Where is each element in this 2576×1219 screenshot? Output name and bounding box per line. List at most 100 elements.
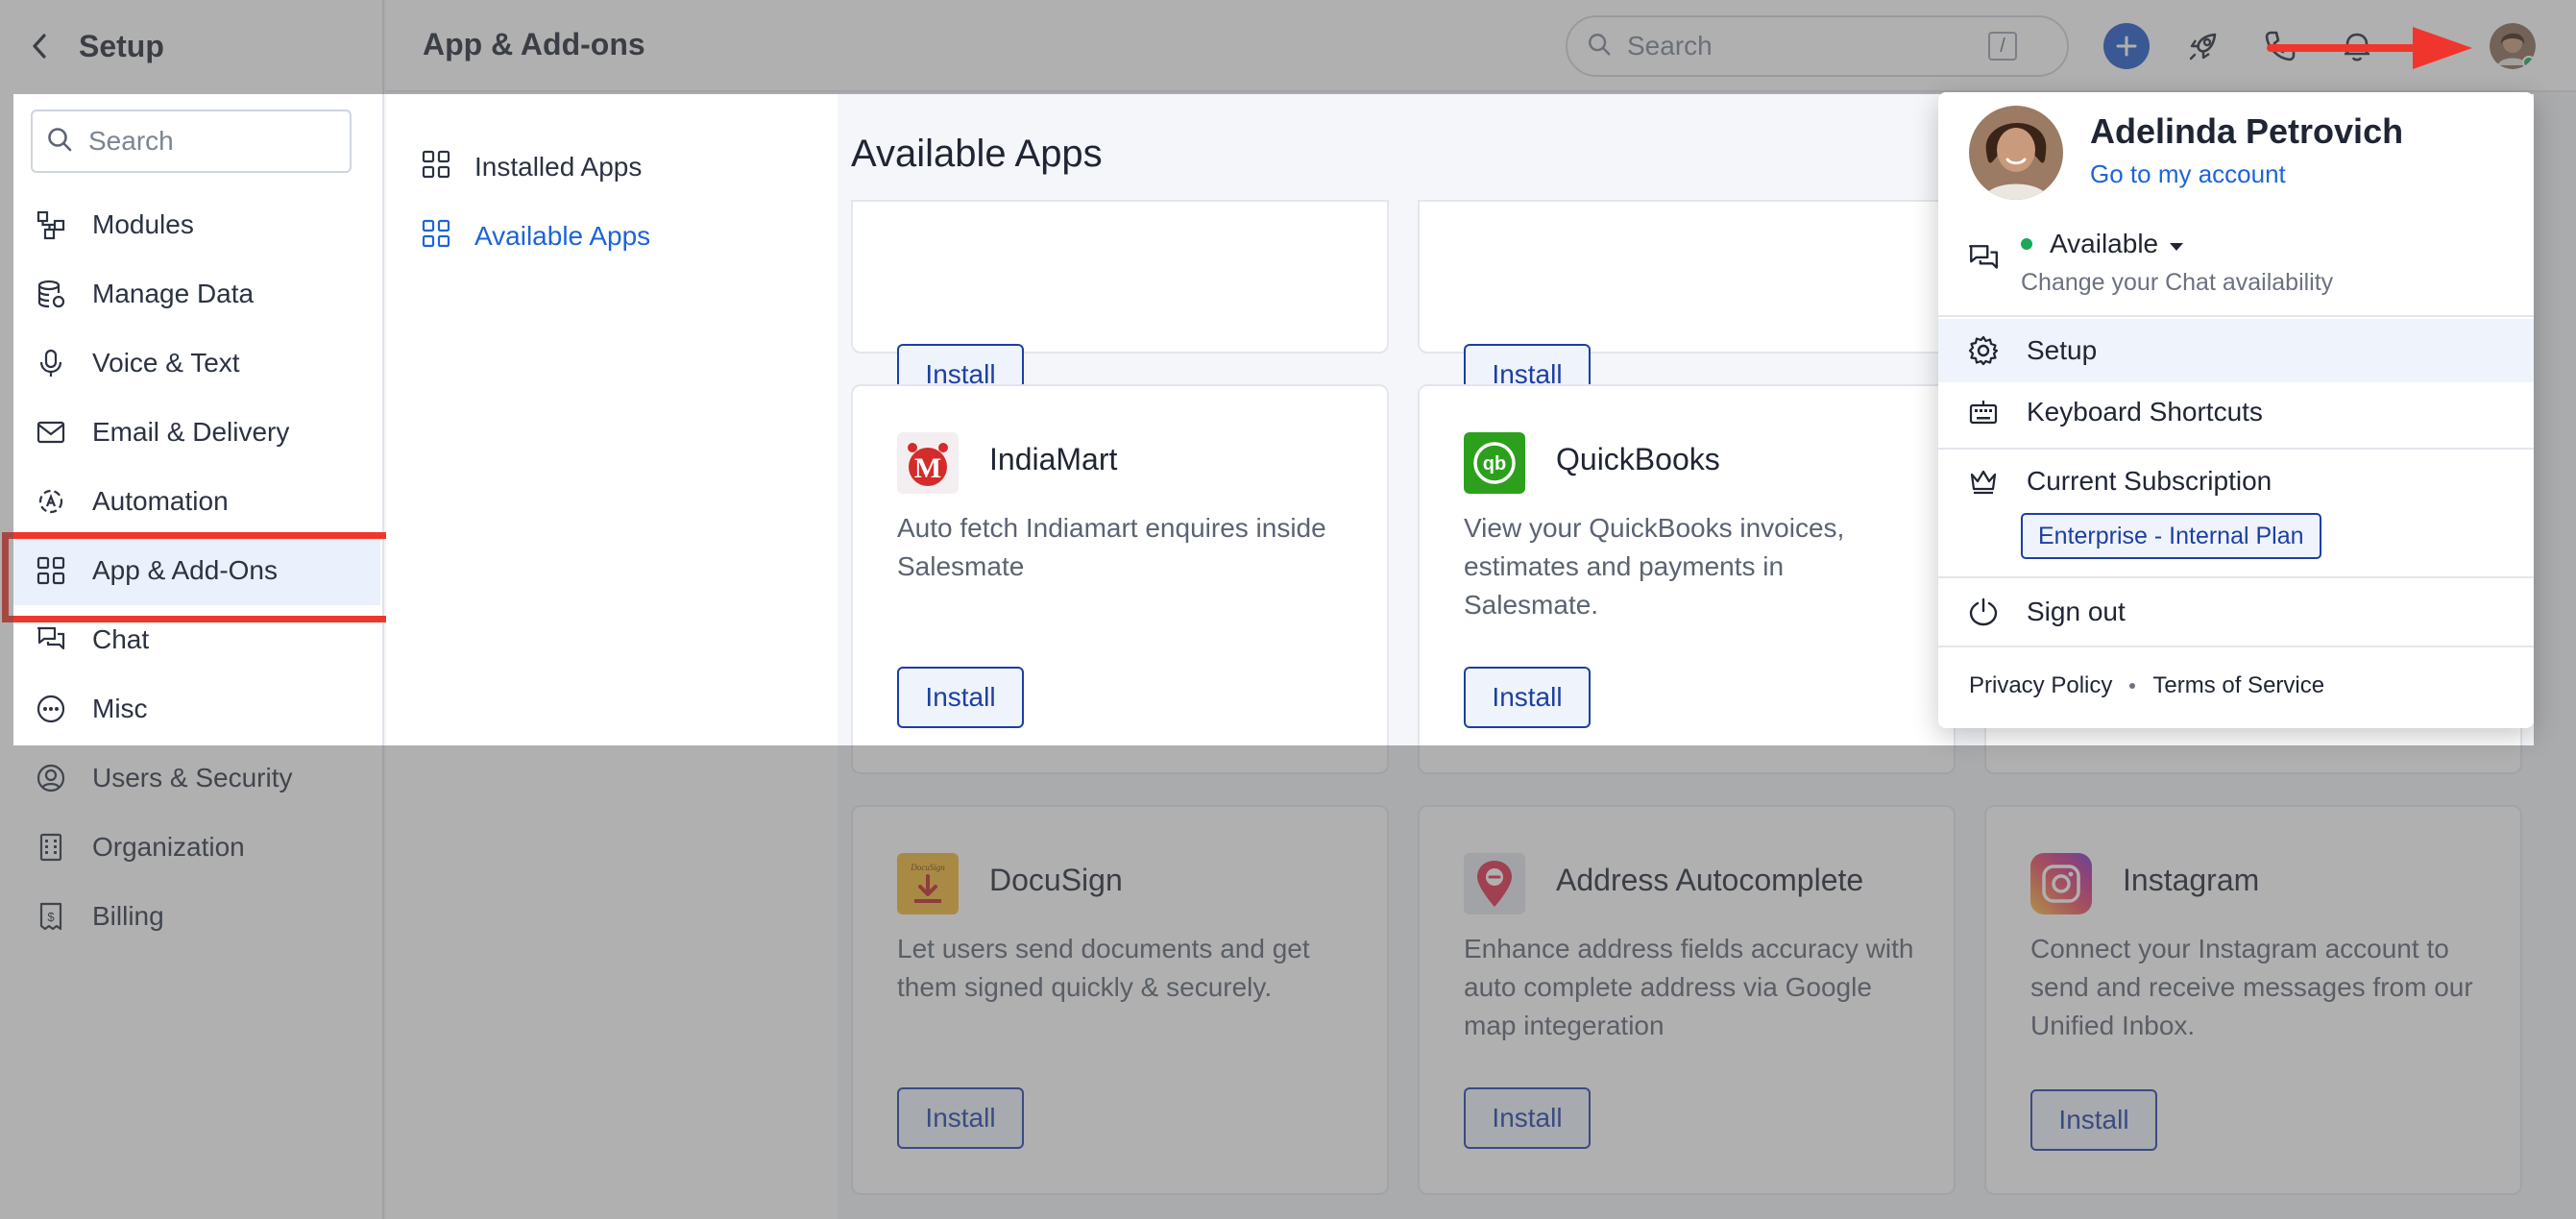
menu-item-keyboard-shortcuts[interactable]: Keyboard Shortcuts <box>1938 380 2534 444</box>
modules-icon <box>35 208 67 241</box>
app-description: View your QuickBooks invoices, estimates… <box>1464 513 1845 620</box>
tab-installed-apps[interactable]: Installed Apps <box>421 148 642 186</box>
more-circle-icon <box>35 693 67 725</box>
privacy-policy-link[interactable]: Privacy Policy <box>1969 672 2112 699</box>
app-name: QuickBooks <box>1556 442 1720 476</box>
app-name: DocuSign <box>989 863 1123 897</box>
sidebar-item-organization[interactable]: Organization <box>13 813 380 882</box>
sidebar-item-email-delivery[interactable]: Email & Delivery <box>13 398 380 467</box>
app-card-quickbooks: qb QuickBooks View your QuickBooks invoi… <box>1418 384 1956 774</box>
automation-icon <box>35 485 67 518</box>
app-card-address-autocomplete: Address Autocomplete Enhance address fie… <box>1418 805 1956 1195</box>
setup-menu: Modules Manage Data Voice & Text Email &… <box>2 190 394 951</box>
building-icon <box>35 831 67 864</box>
svg-text:qb: qb <box>1483 453 1506 475</box>
app-name: Address Autocomplete <box>1556 863 1864 897</box>
menu-item-setup[interactable]: Setup <box>1938 319 2534 382</box>
tab-available-apps[interactable]: Available Apps <box>421 217 650 256</box>
sidebar-title: Setup <box>79 28 164 63</box>
install-button[interactable]: Install <box>1464 1087 1591 1149</box>
grid-icon <box>35 554 67 587</box>
setup-sidebar: Setup Modules Manage Data Voice & Text E… <box>0 0 394 1219</box>
search-icon <box>46 126 73 158</box>
user-avatar-button[interactable] <box>2490 23 2536 69</box>
docusign-logo: DocuSign <box>897 853 959 914</box>
tab-label: Installed Apps <box>474 152 643 182</box>
install-button[interactable]: Install <box>897 1087 1024 1149</box>
dropdown-footer: Privacy Policy Terms of Service <box>1969 672 2324 699</box>
sidebar-search-input[interactable] <box>88 126 319 157</box>
sidebar-item-modules[interactable]: Modules <box>13 190 380 259</box>
rocket-icon <box>2189 33 2217 61</box>
crown-icon <box>1967 465 2000 498</box>
add-new-button[interactable] <box>2103 23 2150 69</box>
app-description: Let users send documents and get them si… <box>897 934 1310 1002</box>
caret-down-icon <box>2168 229 2185 259</box>
sidebar-item-label: Chat <box>92 624 150 654</box>
sidebar-item-users-security[interactable]: Users & Security <box>13 744 380 813</box>
section-title: Available Apps <box>851 133 1103 175</box>
sidebar-search[interactable] <box>31 110 352 173</box>
app-card-docusign: DocuSign DocuSign Let users send documen… <box>851 805 1389 1195</box>
sidebar-item-label: Misc <box>92 694 148 723</box>
menu-item-label: Setup <box>2027 335 2098 365</box>
sidebar-item-label: Manage Data <box>92 279 255 308</box>
database-icon <box>35 278 67 310</box>
menu-item-current-subscription[interactable]: Current Subscription <box>1938 450 2534 513</box>
microphone-icon <box>35 347 67 379</box>
plus-icon <box>2116 36 2137 57</box>
global-search[interactable]: / <box>1566 15 2069 77</box>
available-status-dot <box>2021 238 2032 250</box>
sidebar-item-automation[interactable]: Automation <box>13 467 380 536</box>
svg-text:$: $ <box>47 910 55 924</box>
sidebar-item-label: Email & Delivery <box>92 417 290 447</box>
app-card-partial: Install <box>1418 200 1956 405</box>
sidebar-item-label: Voice & Text <box>92 348 240 378</box>
app-name: IndiaMart <box>989 442 1118 476</box>
sidebar-item-manage-data[interactable]: Manage Data <box>13 259 380 329</box>
chat-status-icon <box>1967 242 2000 280</box>
receipt-icon: $ <box>35 900 67 933</box>
availability-selector[interactable]: Available <box>2021 229 2185 259</box>
sidebar-item-app-addons[interactable]: App & Add-Ons <box>2 532 394 622</box>
availability-status: Available <box>2050 229 2159 258</box>
dot-separator <box>2129 683 2136 689</box>
sidebar-item-misc[interactable]: Misc <box>13 674 380 744</box>
menu-item-sign-out[interactable]: Sign out <box>1938 580 2534 644</box>
top-bar: App & Add-ons / <box>386 0 2576 92</box>
install-button[interactable]: Install <box>1464 667 1591 728</box>
search-icon <box>1587 32 1612 61</box>
getting-started-button[interactable] <box>2180 23 2226 69</box>
sidebar-item-label: App & Add-Ons <box>92 555 279 585</box>
app-card-instagram: Instagram Connect your Instagram account… <box>1984 805 2522 1195</box>
install-button[interactable]: Install <box>897 667 1024 728</box>
app-card-partial: Install <box>851 200 1389 405</box>
svg-text:DocuSign: DocuSign <box>910 863 945 872</box>
terms-of-service-link[interactable]: Terms of Service <box>2152 672 2324 699</box>
plan-badge: Enterprise - Internal Plan <box>2021 513 2321 559</box>
app-name: Instagram <box>2123 863 2260 897</box>
sidebar-item-label: Automation <box>92 486 229 516</box>
chat-icon <box>35 623 67 656</box>
indiamart-logo: M <box>897 432 959 494</box>
online-status-dot <box>2522 56 2536 69</box>
back-chevron-icon[interactable] <box>29 34 50 59</box>
sidebar-item-chat[interactable]: Chat <box>13 605 380 674</box>
install-button[interactable]: Install <box>2030 1089 2157 1151</box>
map-pin-logo <box>1464 853 1525 914</box>
go-to-account-link[interactable]: Go to my account <box>2090 159 2286 189</box>
app-description: Auto fetch Indiamart enquires inside Sal… <box>897 513 1326 581</box>
sidebar-item-billing[interactable]: $ Billing <box>13 882 380 951</box>
app-card-indiamart: M IndiaMart Auto fetch Indiamart enquire… <box>851 384 1389 774</box>
divider <box>1938 646 2534 647</box>
grid-icon <box>421 218 451 256</box>
app-description: Enhance address fields accuracy with aut… <box>1464 934 1914 1040</box>
sidebar-item-label: Organization <box>92 832 245 862</box>
keyboard-icon <box>1967 396 2000 428</box>
sidebar-item-label: Users & Security <box>92 763 293 792</box>
global-search-input[interactable] <box>1627 31 1973 61</box>
instagram-logo <box>2030 853 2092 914</box>
annotation-arrow <box>2267 21 2478 80</box>
sidebar-item-voice-text[interactable]: Voice & Text <box>13 329 380 398</box>
menu-item-label: Sign out <box>2027 597 2126 626</box>
